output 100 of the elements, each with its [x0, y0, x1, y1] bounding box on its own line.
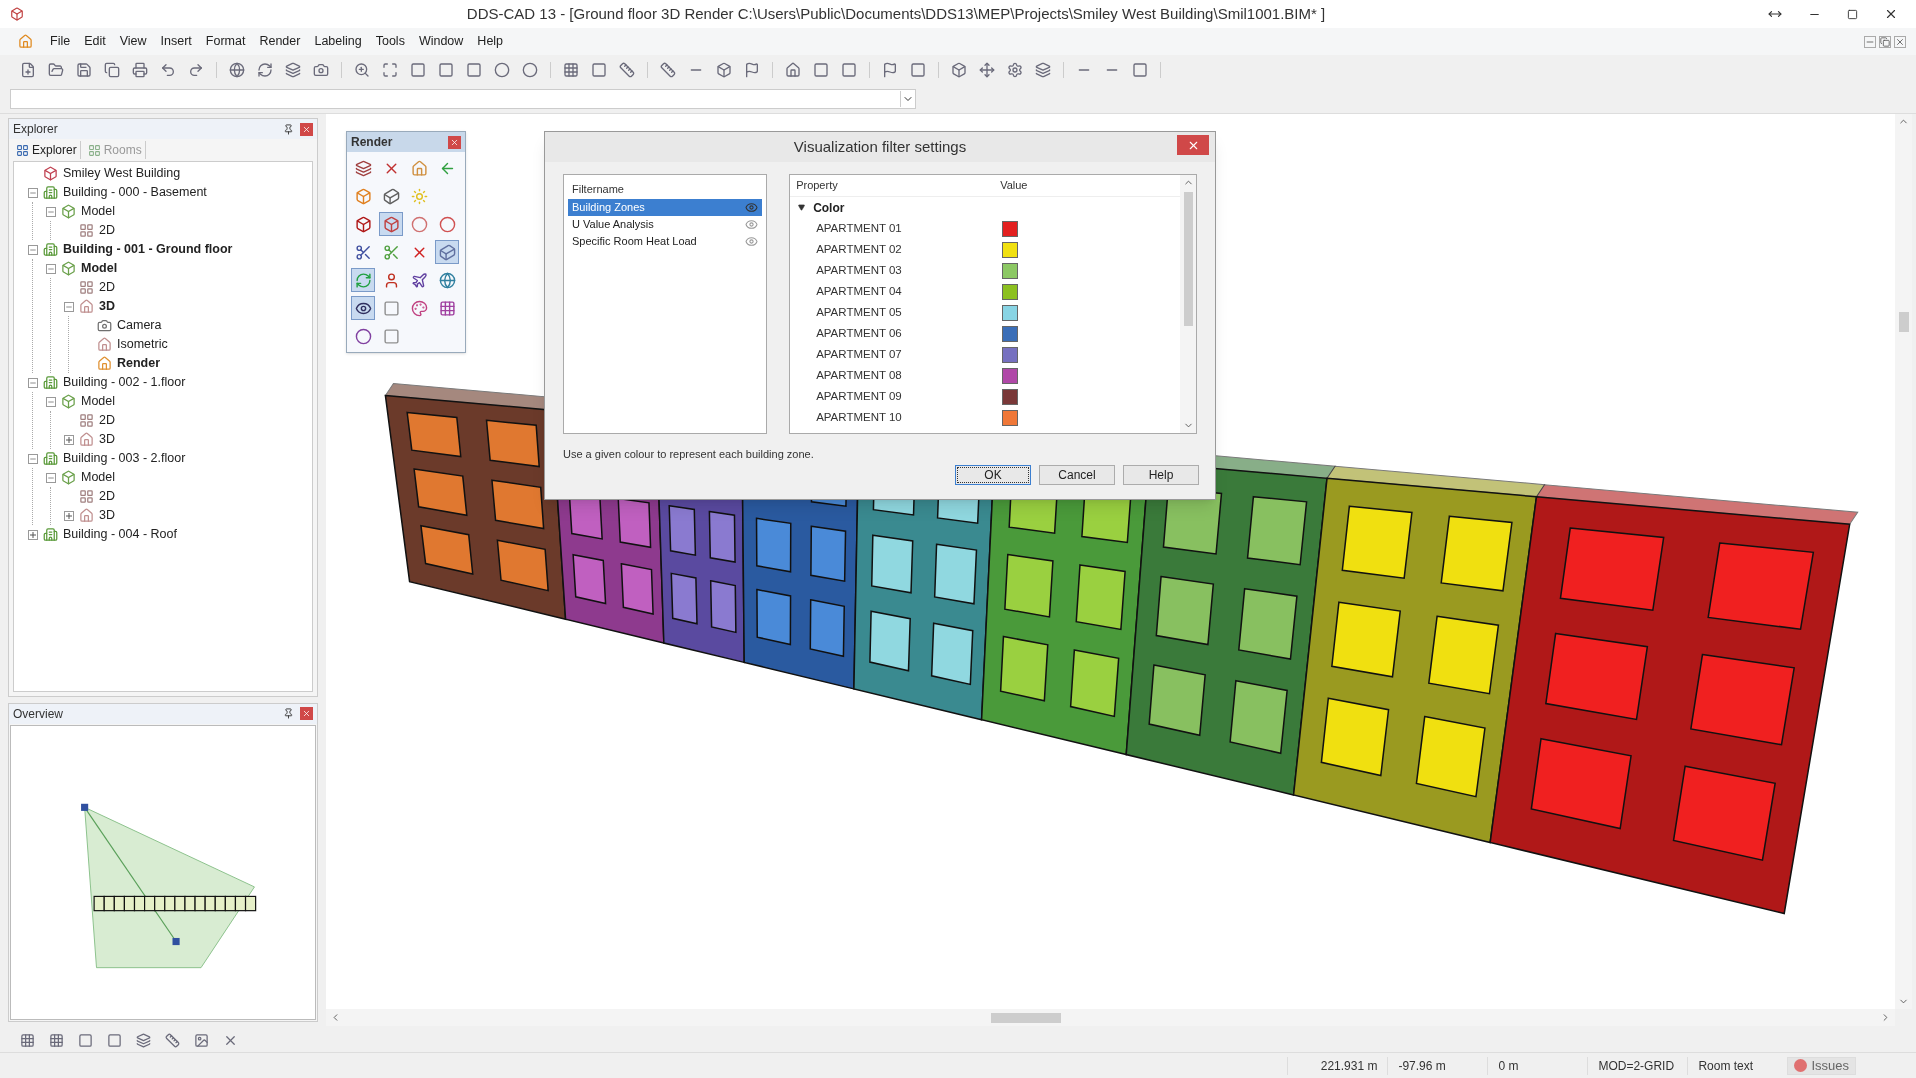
menu-item[interactable]: Insert [153, 32, 199, 51]
square-icon[interactable] [910, 62, 926, 78]
pin-icon[interactable] [283, 123, 294, 135]
expand-toggle[interactable] [28, 529, 38, 540]
refresh-icon[interactable] [257, 62, 273, 78]
square-icon[interactable] [813, 62, 829, 78]
square-icon[interactable] [1132, 62, 1148, 78]
color-swatch[interactable] [1002, 346, 1019, 363]
house-icon[interactable] [785, 62, 801, 78]
undo-icon[interactable] [160, 62, 176, 78]
tree-item[interactable]: 3D [99, 506, 115, 525]
collapse-toggle[interactable] [46, 206, 56, 217]
restore-icon[interactable] [1879, 35, 1891, 48]
grid-icon[interactable] [49, 1032, 64, 1048]
filter-list-item[interactable]: U Value Analysis [568, 216, 763, 233]
ruler-icon[interactable] [660, 62, 676, 78]
square-icon[interactable] [591, 62, 607, 78]
color-swatch[interactable] [1002, 283, 1019, 300]
menu-item[interactable]: Format [198, 32, 253, 51]
menu-item[interactable]: File [43, 32, 78, 51]
color-swatch[interactable] [1002, 241, 1019, 258]
color-swatch[interactable] [1002, 220, 1019, 237]
image-icon[interactable] [194, 1032, 209, 1048]
dialog-button[interactable]: Help [1123, 464, 1199, 485]
collapse-toggle[interactable] [28, 453, 38, 464]
close-icon[interactable] [1884, 7, 1898, 21]
menu-item[interactable]: Tools [368, 32, 412, 51]
tree-item[interactable]: 3D [99, 297, 115, 316]
menu-item[interactable]: Render [252, 32, 308, 51]
tree-item[interactable]: Model [81, 259, 118, 278]
scrollbar-thumb[interactable] [990, 1012, 1061, 1023]
layers-icon[interactable] [136, 1032, 151, 1048]
grid-icon[interactable] [563, 62, 579, 78]
collapse-toggle[interactable] [46, 472, 56, 483]
box-icon[interactable] [951, 62, 967, 78]
tree-item[interactable]: Building - 003 - 2.floor [63, 449, 186, 468]
collapse-toggle[interactable] [64, 301, 74, 312]
close-button[interactable] [1177, 135, 1209, 155]
tree-item[interactable]: Model [81, 468, 116, 487]
circle-icon[interactable] [494, 62, 510, 78]
filter-list-item[interactable]: Building Zones [568, 199, 763, 216]
tree-item[interactable]: Model [81, 392, 116, 411]
panel-tab[interactable]: Explorer [13, 141, 81, 159]
grid-icon[interactable] [20, 1032, 35, 1048]
tree-item[interactable]: 2D [99, 487, 115, 506]
square-icon[interactable] [107, 1032, 122, 1048]
square-icon[interactable] [78, 1032, 93, 1048]
scrollbar[interactable] [326, 1009, 1895, 1026]
close-button[interactable] [300, 707, 313, 721]
menu-item[interactable]: Window [411, 32, 471, 51]
zoom-icon[interactable] [354, 62, 370, 78]
ruler-icon[interactable] [165, 1032, 180, 1048]
scrollbar[interactable] [1180, 175, 1196, 433]
collapse-toggle[interactable] [28, 377, 38, 388]
close-button[interactable] [448, 135, 461, 149]
color-swatch[interactable] [1002, 367, 1019, 384]
box-icon[interactable] [716, 62, 732, 78]
square-icon[interactable] [841, 62, 857, 78]
square-icon[interactable] [466, 62, 482, 78]
color-swatch[interactable] [1002, 409, 1019, 426]
tree-item[interactable]: Building - 000 - Basement [63, 183, 207, 202]
copy-icon[interactable] [104, 62, 120, 78]
dialog-button[interactable]: Cancel [1039, 464, 1115, 485]
flag-icon[interactable] [882, 62, 898, 78]
filter-list-item[interactable]: Specific Room Heat Load [568, 233, 763, 250]
collapse-toggle[interactable] [28, 187, 38, 198]
tree-item[interactable]: Model [81, 202, 116, 221]
scrollbar-thumb[interactable] [1898, 311, 1909, 332]
layers-icon[interactable] [285, 62, 301, 78]
collapse-toggle[interactable] [28, 244, 38, 255]
settings-icon[interactable] [1007, 62, 1023, 78]
menu-item[interactable]: Labeling [307, 32, 369, 51]
render-tool-button[interactable] [351, 296, 375, 320]
color-swatch[interactable] [1002, 325, 1019, 342]
tree-item[interactable]: Render [117, 354, 161, 373]
save-icon[interactable] [76, 62, 92, 78]
tree-item[interactable]: Isometric [117, 335, 168, 354]
tree-item[interactable]: 2D [99, 278, 115, 297]
move-icon[interactable] [979, 62, 995, 78]
app-menu-icon[interactable] [18, 34, 33, 49]
print-icon[interactable] [132, 62, 148, 78]
flag-icon[interactable] [744, 62, 760, 78]
square-icon[interactable] [410, 62, 426, 78]
menu-item[interactable]: Edit [77, 32, 113, 51]
circle-icon[interactable] [522, 62, 538, 78]
tree-item[interactable]: Smiley West Building [63, 164, 181, 183]
layers-icon[interactable] [1035, 62, 1051, 78]
open-folder-icon[interactable] [48, 62, 64, 78]
command-field[interactable] [10, 89, 916, 109]
render-tool-button[interactable] [379, 212, 403, 236]
globe-icon[interactable] [229, 62, 245, 78]
color-swatch[interactable] [1002, 304, 1019, 321]
square-icon[interactable] [438, 62, 454, 78]
collapse-toggle[interactable] [46, 263, 56, 274]
tree-item[interactable]: Building - 002 - 1.floor [63, 373, 186, 392]
menu-item[interactable]: View [112, 32, 154, 51]
tree-item[interactable]: Camera [117, 316, 162, 335]
tree-item[interactable]: Building - 001 - Ground floor [63, 240, 233, 259]
zoom-extents-icon[interactable] [382, 62, 398, 78]
expand-toggle[interactable] [64, 510, 74, 521]
